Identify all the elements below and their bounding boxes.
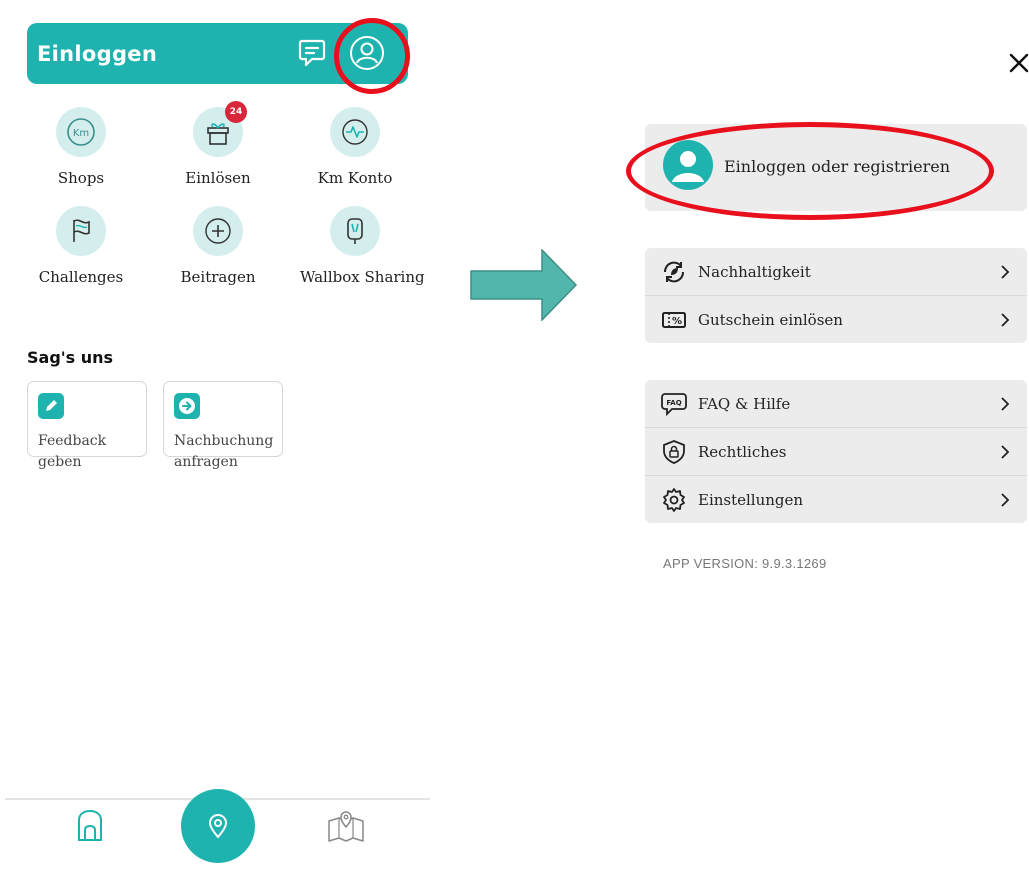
chevron-right-icon <box>1001 444 1010 459</box>
plus-circle-icon <box>193 206 243 256</box>
svg-text:Km: Km <box>73 128 89 139</box>
chevron-right-icon <box>1001 492 1010 507</box>
map-icon[interactable] <box>327 809 365 843</box>
voucher-icon: % <box>662 311 686 328</box>
location-pin-button[interactable] <box>181 789 255 863</box>
tile-beitragen[interactable]: Beitragen <box>168 206 268 286</box>
shield-lock-icon <box>663 439 685 464</box>
transition-arrow <box>470 249 578 321</box>
tile-label: Einlösen <box>185 169 251 187</box>
menu-item-label: FAQ & Hilfe <box>698 394 791 413</box>
gear-icon <box>663 487 685 512</box>
highlight-ring-login <box>626 122 994 220</box>
tile-challenges[interactable]: Challenges <box>31 206 131 286</box>
tile-shops[interactable]: Km Shops <box>31 107 131 187</box>
tile-label: Wallbox Sharing <box>300 268 425 286</box>
menu-item-faq[interactable]: FAQ FAQ & Hilfe <box>645 380 1027 427</box>
card-line: anfragen <box>174 454 238 470</box>
section-title: Sag's uns <box>27 348 114 367</box>
chevron-right-icon <box>1001 264 1010 279</box>
tile-label: Challenges <box>38 268 124 286</box>
card-line: Feedback <box>38 433 107 449</box>
menu-item-label: Einstellungen <box>698 490 804 509</box>
flag-icon <box>56 206 106 256</box>
km-icon: Km <box>56 107 106 157</box>
chevron-right-icon <box>1001 396 1010 411</box>
chat-icon[interactable] <box>298 38 326 68</box>
menu-item-label: Rechtliches <box>698 442 787 461</box>
menu-item-gutschein[interactable]: % Gutschein einlösen <box>645 295 1027 343</box>
chevron-right-icon <box>1001 312 1010 327</box>
faq-icon: FAQ <box>661 392 687 416</box>
card-line: Nachbuchung <box>174 433 274 449</box>
feedback-card[interactable]: Feedback geben <box>27 381 147 470</box>
pencil-icon <box>38 393 64 419</box>
menu-group-1: Nachhaltigkeit % Gutschein einlösen <box>645 248 1027 343</box>
svg-text:FAQ: FAQ <box>666 399 681 407</box>
menu-item-nachhaltigkeit[interactable]: Nachhaltigkeit <box>645 248 1027 295</box>
location-pin-icon <box>208 814 228 839</box>
tile-km-konto[interactable]: Km Konto <box>305 107 405 187</box>
tile-label: Km Konto <box>317 169 393 187</box>
svg-text:%: % <box>672 316 682 327</box>
close-icon[interactable] <box>1008 52 1029 74</box>
menu-item-rechtliches[interactable]: Rechtliches <box>645 427 1027 475</box>
notification-badge: 24 <box>225 101 247 123</box>
app-version: APP VERSION: 9.9.3.1269 <box>663 556 827 571</box>
highlight-ring-profile <box>334 18 410 94</box>
tile-label: Beitragen <box>180 268 256 286</box>
menu-group-2: FAQ FAQ & Hilfe Rechtliches Einstellunge… <box>645 380 1027 523</box>
menu-item-label: Nachhaltigkeit <box>698 262 811 281</box>
nachbuchung-card[interactable]: Nachbuchung anfragen <box>163 381 283 470</box>
sustainability-icon <box>663 261 685 282</box>
menu-item-einstellungen[interactable]: Einstellungen <box>645 475 1027 523</box>
gift-icon: 24 <box>193 101 247 157</box>
login-header-title[interactable]: Einloggen <box>37 42 157 66</box>
home-icon[interactable] <box>75 808 105 842</box>
tile-label: Shops <box>57 169 105 187</box>
tile-wallbox-sharing[interactable]: Wallbox Sharing <box>300 206 425 286</box>
menu-item-label: Gutschein einlösen <box>698 310 843 329</box>
wallbox-icon <box>330 206 380 256</box>
activity-icon <box>330 107 380 157</box>
arrow-right-icon <box>174 393 200 419</box>
tile-einloesen[interactable]: 24 Einlösen <box>168 101 268 187</box>
card-line: geben <box>38 454 82 470</box>
